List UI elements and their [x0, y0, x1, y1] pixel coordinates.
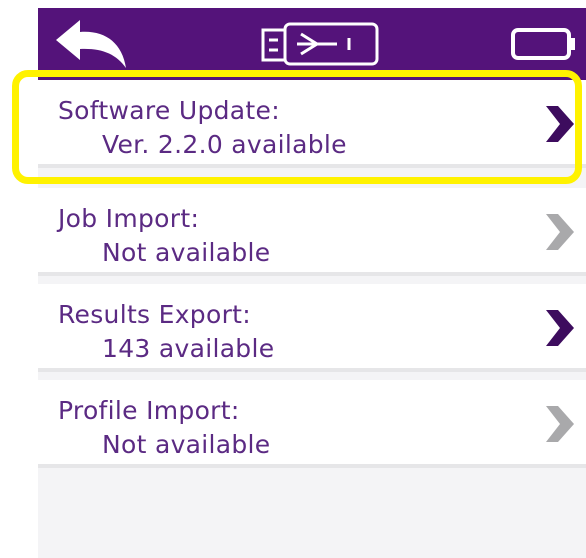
job-import-status: Not available	[102, 238, 271, 267]
results-export-title: Results Export:	[58, 300, 251, 329]
back-arrow-icon	[56, 20, 126, 68]
battery-status	[506, 8, 582, 80]
usb-drive-icon	[261, 22, 379, 66]
software-update-status: Ver. 2.2.0 available	[102, 130, 347, 159]
profile-import-item[interactable]: Profile Import: Not available	[38, 380, 586, 468]
results-export-item[interactable]: Results Export: 143 available	[38, 284, 586, 372]
chevron-right-icon	[546, 310, 574, 346]
profile-import-title: Profile Import:	[58, 396, 240, 425]
battery-icon	[511, 28, 575, 60]
job-import-title: Job Import:	[58, 204, 200, 233]
usb-drive-button[interactable]	[256, 8, 386, 80]
back-button[interactable]	[46, 8, 136, 80]
results-export-status: 143 available	[102, 334, 275, 363]
chevron-right-icon	[546, 214, 574, 250]
software-update-item[interactable]: Software Update: Ver. 2.2.0 available	[38, 80, 586, 168]
profile-import-status: Not available	[102, 430, 271, 459]
device-screen: Software Update: Ver. 2.2.0 available Jo…	[38, 8, 586, 558]
chevron-right-icon	[546, 406, 574, 442]
job-import-item[interactable]: Job Import: Not available	[38, 188, 586, 276]
top-bar	[38, 8, 586, 80]
software-update-title: Software Update:	[58, 96, 280, 125]
chevron-right-icon	[546, 106, 574, 142]
